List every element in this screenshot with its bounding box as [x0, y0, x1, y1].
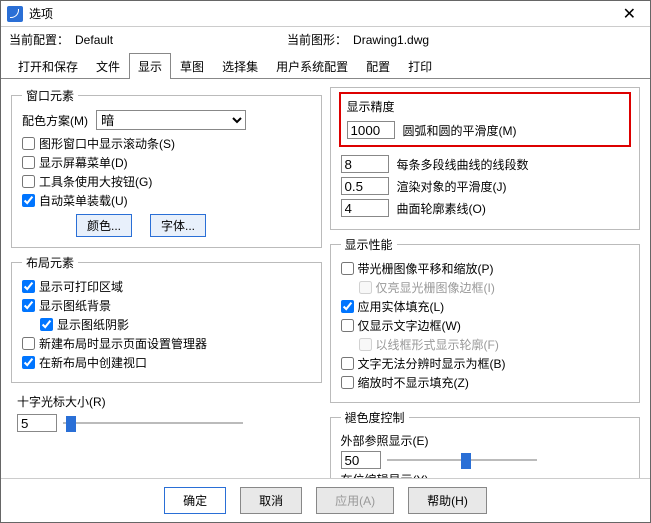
help-button[interactable]: 帮助(H) [408, 487, 487, 514]
perf-label-6: 缩放时不显示填充(Z) [358, 374, 469, 391]
perf-check-3[interactable] [341, 319, 354, 332]
crosshair-group: 十字光标大小(R) [11, 389, 322, 432]
fonts-button[interactable]: 字体... [150, 214, 206, 237]
window-title: 选项 [29, 5, 53, 22]
current-config-label: 当前配置： [9, 31, 69, 48]
winel-label-2: 工具条使用大按钮(G) [39, 173, 152, 190]
fade-control-legend: 褪色度控制 [341, 409, 409, 426]
surface-contour-input[interactable] [341, 199, 389, 217]
color-scheme-label: 配色方案(M) [22, 112, 88, 129]
crosshair-label: 十字光标大小(R) [17, 393, 322, 410]
layout-check-2[interactable] [40, 318, 53, 331]
layout-check-0[interactable] [22, 280, 35, 293]
layout-label-0: 显示可打印区域 [39, 278, 123, 295]
layout-label-1: 显示图纸背景 [39, 297, 111, 314]
xref-fade-label: 外部参照显示(E) [341, 432, 630, 449]
xref-fade-slider[interactable] [387, 452, 537, 468]
crosshair-slider[interactable] [63, 415, 243, 431]
current-drawing-label: 当前图形： [287, 31, 347, 48]
winel-check-3[interactable] [22, 194, 35, 207]
xref-fade-value[interactable] [341, 451, 381, 469]
perf-check-6[interactable] [341, 376, 354, 389]
perf-label-0: 带光栅图像平移和缩放(P) [358, 260, 494, 277]
pline-segments-label: 每条多段线曲线的线段数 [397, 156, 529, 173]
cancel-button[interactable]: 取消 [240, 487, 302, 514]
fade-control-group: 褪色度控制 外部参照显示(E) 在位编辑显示(Y) [330, 409, 641, 478]
winel-label-0: 图形窗口中显示滚动条(S) [39, 135, 175, 152]
inplace-fade-label: 在位编辑显示(Y) [341, 471, 630, 478]
layout-label-3: 新建布局时显示页面设置管理器 [39, 335, 207, 352]
tab-3[interactable]: 草图 [171, 53, 213, 79]
perf-label-2: 应用实体填充(L) [358, 298, 445, 315]
perf-check-2[interactable] [341, 300, 354, 313]
pline-segments-input[interactable] [341, 155, 389, 173]
tab-4[interactable]: 选择集 [213, 53, 267, 79]
layout-elements-group: 布局元素 显示可打印区域显示图纸背景显示图纸阴影新建布局时显示页面设置管理器在新… [11, 254, 322, 383]
display-performance-group: 显示性能 带光栅图像平移和缩放(P) 仅亮显光栅图像边框(I) 应用实体填充(L) 仅… [330, 236, 641, 403]
tab-0[interactable]: 打开和保存 [9, 53, 87, 79]
display-precision-group: 显示精度 圆弧和圆的平滑度(M) 每条多段线曲线的线段数 渲染对象的平滑度(J)… [330, 87, 641, 230]
colors-button[interactable]: 颜色... [76, 214, 132, 237]
ok-button[interactable]: 确定 [164, 487, 226, 514]
layout-elements-checks: 显示可打印区域显示图纸背景显示图纸阴影新建布局时显示页面设置管理器在新布局中创建… [22, 277, 311, 372]
close-icon[interactable]: ✕ [615, 2, 644, 26]
display-performance-checks: 带光栅图像平移和缩放(P) 仅亮显光栅图像边框(I) 应用实体填充(L) 仅显示文字边… [341, 259, 630, 392]
perf-check-4 [359, 338, 372, 351]
window-elements-checks: 图形窗口中显示滚动条(S) 显示屏幕菜单(D) 工具条使用大按钮(G) 自动菜单装载(… [22, 134, 311, 210]
tab-7[interactable]: 打印 [399, 53, 441, 79]
surface-contour-label: 曲面轮廓素线(O) [397, 200, 486, 217]
winel-label-1: 显示屏幕菜单(D) [39, 154, 128, 171]
layout-check-4[interactable] [22, 356, 35, 369]
winel-label-3: 自动菜单装载(U) [39, 192, 128, 209]
current-config-value: Default [75, 33, 235, 47]
layout-check-3[interactable] [22, 337, 35, 350]
perf-check-0[interactable] [341, 262, 354, 275]
crosshair-value[interactable] [17, 414, 57, 432]
display-performance-legend: 显示性能 [341, 236, 397, 253]
apply-button[interactable]: 应用(A) [316, 487, 394, 514]
perf-label-1: 仅亮显光栅图像边框(I) [376, 279, 495, 296]
perf-label-4: 以线框形式显示轮廓(F) [376, 336, 499, 353]
tab-6[interactable]: 配置 [357, 53, 399, 79]
perf-check-1 [359, 281, 372, 294]
tab-5[interactable]: 用户系统配置 [267, 53, 357, 79]
perf-label-5: 文字无法分辨时显示为框(B) [358, 355, 506, 372]
tab-1[interactable]: 文件 [87, 53, 129, 79]
perf-label-3: 仅显示文字边框(W) [358, 317, 461, 334]
layout-elements-legend: 布局元素 [22, 254, 78, 271]
tab-2[interactable]: 显示 [129, 53, 171, 79]
current-drawing-value: Drawing1.dwg [353, 33, 513, 47]
render-smoothness-input[interactable] [341, 177, 389, 195]
window-elements-group: 窗口元素 配色方案(M) 暗 图形窗口中显示滚动条(S) 显示屏幕菜单(D) 工具条… [11, 87, 322, 248]
winel-check-2[interactable] [22, 175, 35, 188]
winel-check-1[interactable] [22, 156, 35, 169]
window-elements-legend: 窗口元素 [22, 87, 78, 104]
layout-label-4: 在新布局中创建视口 [39, 354, 147, 371]
display-precision-legend: 显示精度 [347, 98, 624, 119]
layout-check-1[interactable] [22, 299, 35, 312]
layout-label-2: 显示图纸阴影 [57, 316, 129, 333]
arc-smoothness-label: 圆弧和圆的平滑度(M) [403, 122, 517, 139]
perf-check-5[interactable] [341, 357, 354, 370]
render-smoothness-label: 渲染对象的平滑度(J) [397, 178, 507, 195]
winel-check-0[interactable] [22, 137, 35, 150]
app-icon [7, 6, 23, 22]
tab-bar: 打开和保存文件显示草图选择集用户系统配置配置打印 [1, 52, 650, 79]
arc-smoothness-input[interactable] [347, 121, 395, 139]
color-scheme-select[interactable]: 暗 [96, 110, 246, 130]
